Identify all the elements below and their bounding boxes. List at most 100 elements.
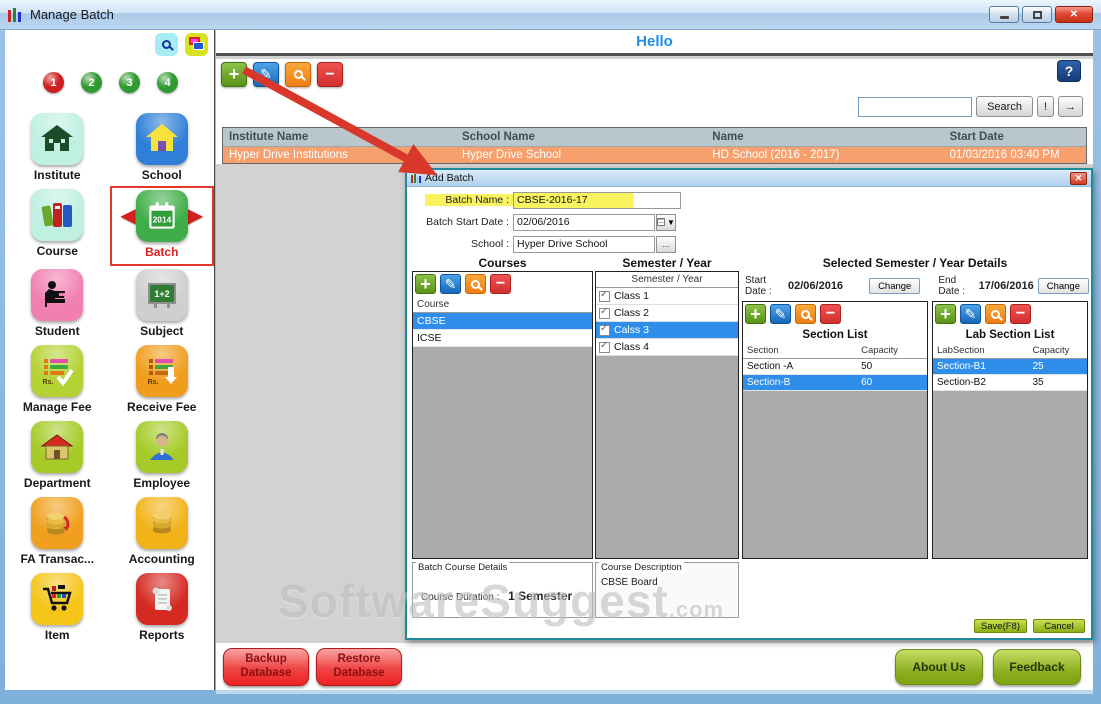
sidebar-item-accounting[interactable]: Accounting: [110, 494, 215, 570]
sidebar-item-institute[interactable]: Institute: [5, 110, 110, 186]
lab-add-button[interactable]: +: [935, 304, 956, 324]
date-picker-button[interactable]: ▼: [656, 213, 676, 231]
dialog-titlebar[interactable]: Add Batch ✕: [407, 170, 1091, 187]
help-button[interactable]: ?: [1057, 60, 1081, 82]
alert-button[interactable]: !: [1036, 96, 1054, 117]
step-4-badge[interactable]: 4: [157, 72, 178, 93]
lab-edit-button[interactable]: ✎: [960, 304, 981, 324]
page-title: Hello: [636, 33, 673, 50]
table-row[interactable]: Hyper Drive Institutions Hyper Drive Sch…: [223, 147, 1086, 163]
sidebar-item-student[interactable]: Student: [5, 266, 110, 342]
batch-start-date-label: Batch Start Date :: [426, 216, 509, 228]
course-row-cbse[interactable]: CBSE: [413, 313, 592, 330]
about-us-button[interactable]: About Us: [895, 648, 983, 685]
pencil-icon: ✎: [964, 305, 977, 322]
sidebar-item-receive-fee[interactable]: Rs. Receive Fee: [110, 342, 215, 418]
search-button[interactable]: Search: [976, 96, 1033, 117]
sidebar-item-department[interactable]: Department: [5, 418, 110, 494]
save-button[interactable]: Save(F8): [973, 619, 1027, 633]
section-row-b[interactable]: Section-B 60: [743, 375, 927, 391]
course-delete-button[interactable]: −: [490, 274, 511, 294]
school-browse-button[interactable]: ...: [656, 235, 676, 253]
rs-text: Rs.: [43, 379, 54, 386]
sidebar-item-label: FA Transac...: [20, 552, 95, 566]
search-input[interactable]: [858, 96, 973, 117]
course-add-button[interactable]: +: [415, 274, 436, 294]
checkbox-icon[interactable]: [599, 289, 610, 302]
sidebar-search-button[interactable]: [155, 33, 178, 56]
add-button[interactable]: +: [221, 62, 247, 87]
accounting-icon: [135, 497, 188, 549]
semester-row-class3[interactable]: Calss 3: [596, 322, 738, 339]
sidebar-item-item[interactable]: Item: [5, 570, 110, 646]
semester-row-class1[interactable]: Class 1: [596, 288, 738, 305]
start-date-change-button[interactable]: Change: [869, 278, 921, 294]
find-button[interactable]: [285, 62, 311, 87]
minimize-button[interactable]: [989, 6, 1019, 23]
batch-name-input[interactable]: [513, 191, 681, 209]
course-duration-value: 1 Semester: [508, 589, 573, 603]
checkbox-icon[interactable]: [599, 306, 610, 319]
batch-course-details-group: Batch Course Details Course Duration : 1…: [412, 562, 593, 618]
batch-year-text: 2014: [152, 214, 171, 224]
col-start-date[interactable]: Start Date: [944, 128, 1086, 146]
lab-row-b1[interactable]: Section-B1 25: [933, 359, 1087, 375]
sidebar-copy-button[interactable]: [185, 33, 208, 56]
table-header-row: Institute Name School Name Name Start Da…: [223, 128, 1086, 147]
sidebar-item-batch[interactable]: ◀ 2014 ▶ Batch: [109, 186, 214, 266]
end-date-change-button[interactable]: Change: [1037, 278, 1089, 294]
feedback-button[interactable]: Feedback: [993, 648, 1081, 685]
semester-row-class4[interactable]: Class 4: [596, 339, 738, 356]
window-titlebar[interactable]: Manage Batch ✕: [0, 0, 1101, 30]
backup-database-button[interactable]: Backup Database: [223, 647, 309, 686]
lab-row-b2[interactable]: Section-B2 35: [933, 375, 1087, 391]
school-input[interactable]: [513, 235, 655, 253]
window-title: Manage Batch: [30, 7, 114, 22]
restore-database-button[interactable]: Restore Database: [316, 647, 402, 686]
edit-button[interactable]: ✎: [253, 62, 279, 87]
section-add-button[interactable]: +: [745, 304, 766, 324]
lab-section-toolbar: + ✎ −: [933, 302, 1087, 327]
close-button[interactable]: ✕: [1055, 6, 1093, 23]
lab-find-button[interactable]: [985, 304, 1006, 324]
col-institute-name[interactable]: Institute Name: [223, 128, 456, 146]
section-row-a[interactable]: Section -A 50: [743, 359, 927, 375]
maximize-button[interactable]: [1022, 6, 1052, 23]
col-name[interactable]: Name: [706, 128, 943, 146]
sidebar-item-reports[interactable]: Reports: [110, 570, 215, 646]
batch-right-arrow-icon: ▶: [187, 205, 204, 227]
sidebar-item-fa-transaction[interactable]: FA Transac...: [5, 494, 110, 570]
sidebar-item-subject[interactable]: 1+2 Subject: [110, 266, 215, 342]
sidebar-item-employee[interactable]: Employee: [110, 418, 215, 494]
delete-button[interactable]: −: [317, 62, 343, 87]
end-date-value: 17/06/2016: [978, 280, 1034, 292]
section-find-button[interactable]: [795, 304, 816, 324]
section-table-header: Section Capacity: [743, 343, 927, 359]
checkbox-icon[interactable]: [599, 340, 610, 353]
batch-calendar-icon: 2014: [135, 190, 188, 242]
semester-row-class2[interactable]: Class 2: [596, 305, 738, 322]
checkbox-icon[interactable]: [599, 323, 610, 336]
lab-delete-button[interactable]: −: [1010, 304, 1031, 324]
semester-panel: Semester / Year Class 1 Class 2 Calss 3 …: [595, 271, 739, 559]
batch-start-date-input[interactable]: [513, 213, 655, 231]
sidebar-item-manage-fee[interactable]: Rs. Manage Fee: [5, 342, 110, 418]
dialog-close-button[interactable]: ✕: [1070, 171, 1087, 185]
step-2-badge[interactable]: 2: [81, 72, 102, 93]
sidebar-item-label: Institute: [33, 168, 81, 182]
section-edit-button[interactable]: ✎: [770, 304, 791, 324]
go-button[interactable]: →: [1058, 96, 1083, 117]
step-1-badge[interactable]: 1: [43, 72, 64, 93]
course-row-icse[interactable]: ICSE: [413, 330, 592, 347]
lab-section-title: Lab Section List: [933, 327, 1087, 343]
col-school-name[interactable]: School Name: [456, 128, 706, 146]
sidebar-item-school[interactable]: School: [110, 110, 215, 186]
course-edit-button[interactable]: ✎: [440, 274, 461, 294]
footer-bar: Backup Database Restore Database About U…: [216, 643, 1093, 690]
section-delete-button[interactable]: −: [820, 304, 841, 324]
sidebar-item-course[interactable]: Course: [5, 186, 110, 262]
cancel-button[interactable]: Cancel: [1033, 619, 1085, 633]
course-find-button[interactable]: [465, 274, 486, 294]
school-label: School :: [471, 238, 509, 250]
step-3-badge[interactable]: 3: [119, 72, 140, 93]
